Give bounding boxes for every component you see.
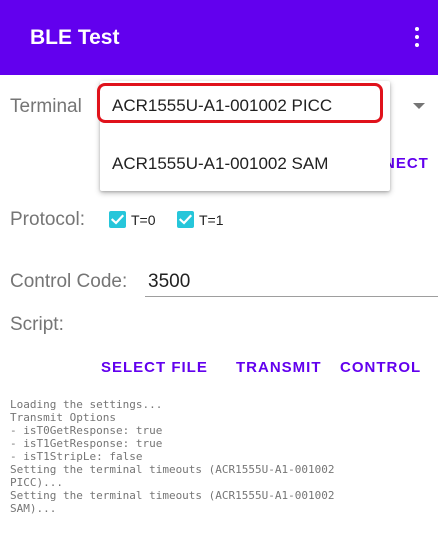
t1-checkbox[interactable]	[177, 211, 194, 228]
app-bar: BLE Test	[0, 0, 438, 75]
selection-highlight	[97, 83, 383, 123]
check-icon	[110, 214, 125, 225]
log-line: - isT0GetResponse: true	[10, 424, 163, 437]
terminal-label: Terminal	[10, 96, 82, 117]
log-line: Setting the terminal timeouts (ACR1555U-…	[10, 489, 335, 502]
transmit-button[interactable]: TRANSMIT	[236, 358, 322, 378]
select-file-button[interactable]: SELECT FILE	[101, 358, 208, 378]
script-label: Script:	[10, 314, 64, 335]
dropdown-option-sam[interactable]: ACR1555U-A1-001002 SAM	[112, 153, 328, 175]
log-output: Loading the settings... Transmit Options -…	[10, 398, 434, 515]
control-code-underline	[145, 296, 438, 297]
overflow-dot	[415, 27, 419, 31]
control-button[interactable]: CONTROL	[340, 358, 421, 378]
overflow-dot	[415, 35, 419, 39]
log-line: SAM)...	[10, 502, 57, 515]
connect-button[interactable]: NECT	[384, 154, 429, 174]
app-title: BLE Test	[30, 26, 120, 49]
log-line: - isT1StripLe: false	[10, 450, 143, 463]
t1-label: T=1	[199, 212, 224, 228]
log-line: Setting the terminal timeouts (ACR1555U-…	[10, 463, 335, 476]
log-line: Transmit Options	[10, 411, 116, 424]
log-line: PICC)...	[10, 476, 63, 489]
overflow-dot	[415, 43, 419, 47]
check-icon	[178, 214, 193, 225]
protocol-label: Protocol:	[10, 209, 85, 230]
overflow-menu-icon[interactable]	[410, 24, 424, 50]
control-code-input[interactable]: 3500	[148, 270, 190, 294]
dropdown-arrow-icon[interactable]	[413, 103, 425, 109]
log-line: Loading the settings...	[10, 398, 163, 411]
control-code-label: Control Code:	[10, 271, 128, 292]
log-line: - isT1GetResponse: true	[10, 437, 163, 450]
t0-checkbox[interactable]	[109, 211, 126, 228]
t0-label: T=0	[131, 212, 156, 228]
